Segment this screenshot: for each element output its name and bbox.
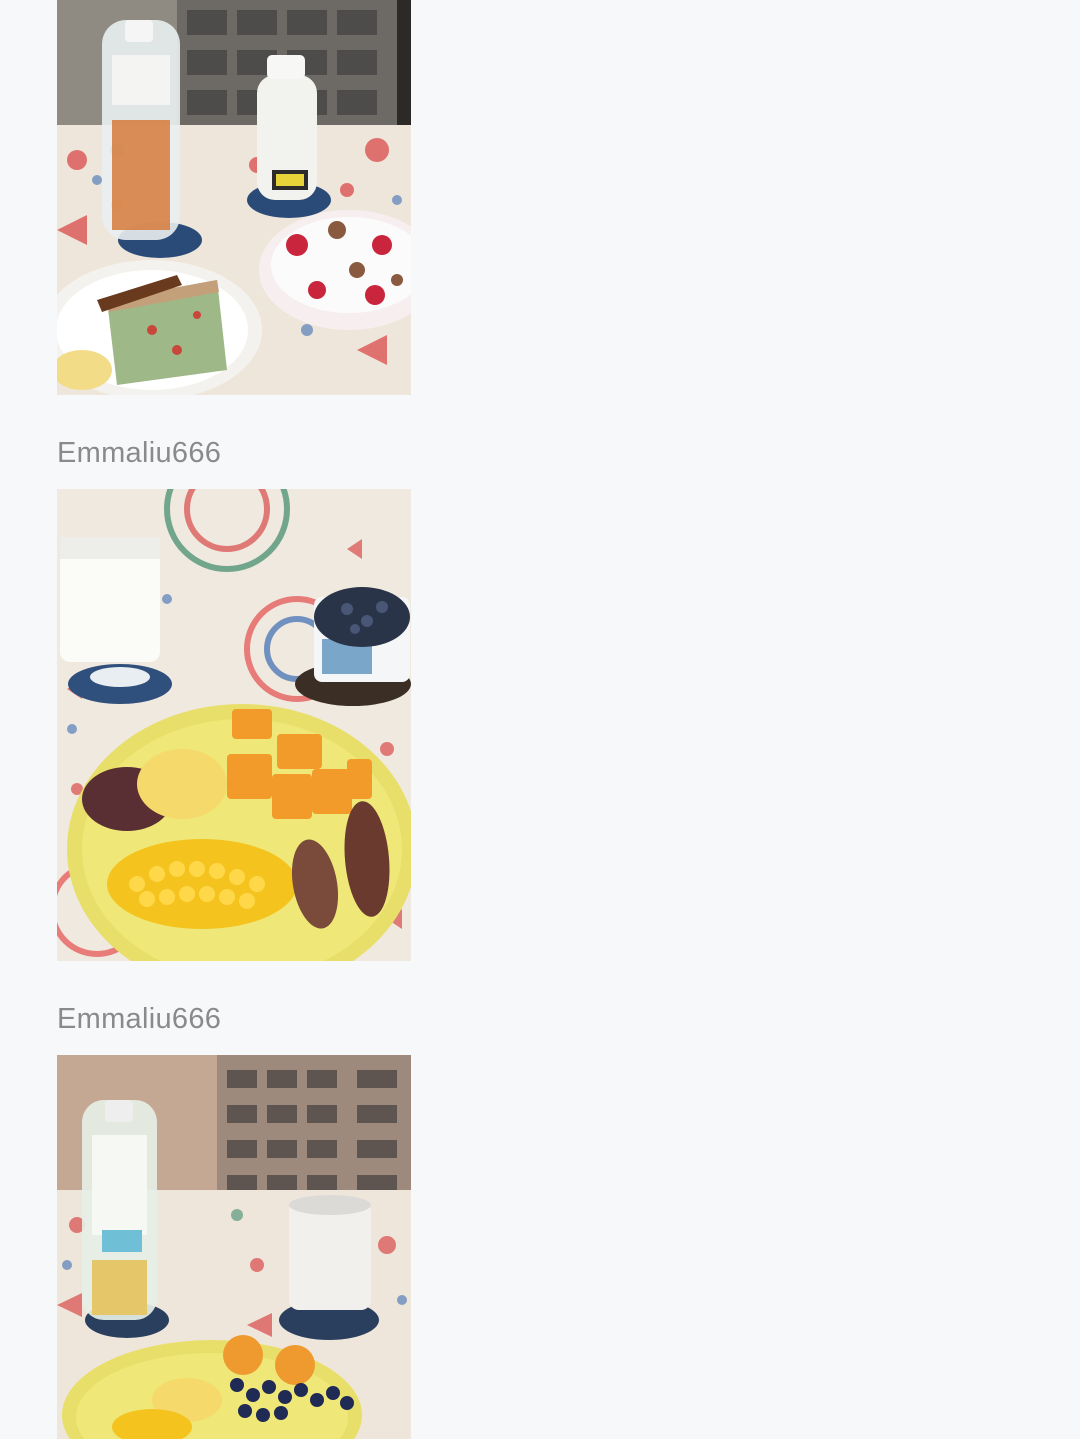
breakfast-photo-image <box>57 1055 411 1439</box>
post-author[interactable]: Emmaliu666 <box>57 436 221 470</box>
breakfast-photo-image <box>57 0 411 395</box>
post-author[interactable]: Emmaliu666 <box>57 1002 221 1036</box>
post-photo[interactable] <box>57 0 411 395</box>
post-photo[interactable] <box>57 489 411 961</box>
breakfast-photo-image <box>57 489 411 961</box>
post-photo[interactable] <box>57 1055 411 1439</box>
